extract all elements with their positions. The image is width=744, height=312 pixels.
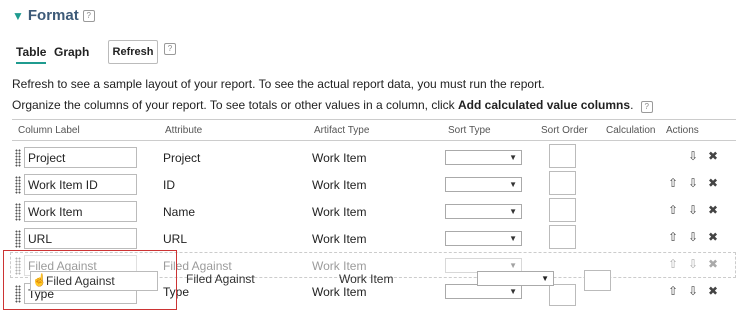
arrow-down-icon[interactable]: ⇩	[688, 284, 698, 298]
arrow-down-icon[interactable]: ⇩	[688, 203, 698, 217]
drag-preview-sort-select: ▼	[477, 271, 554, 286]
arrow-down-icon[interactable]: ⇩	[688, 176, 698, 190]
artifact-type-cell: Work Item	[312, 178, 367, 192]
column-label-input[interactable]	[24, 174, 137, 195]
arrow-up-icon[interactable]: ⇧	[668, 176, 678, 190]
artifact-type-cell: Work Item	[312, 285, 367, 299]
expand-triangle-icon[interactable]: ▼	[12, 9, 24, 23]
sort-order-input[interactable]	[549, 225, 576, 249]
drag-preview-artifact: Work Item	[339, 272, 394, 286]
column-label-input[interactable]	[24, 147, 137, 168]
sort-order-input[interactable]	[549, 198, 576, 222]
chevron-down-icon: ▼	[541, 274, 549, 283]
header-top-divider	[12, 119, 736, 120]
add-calculated-link[interactable]: Add calculated value columns	[458, 98, 630, 112]
chevron-down-icon: ▼	[509, 180, 517, 189]
attribute-cell: Name	[163, 205, 196, 219]
header-attribute: Attribute	[165, 125, 203, 136]
chevron-down-icon: ▼	[509, 207, 517, 216]
chevron-down-icon: ▼	[509, 153, 517, 162]
arrow-down-icon[interactable]: ⇩	[688, 230, 698, 244]
refresh-info-text: Refresh to see a sample layout of your r…	[12, 77, 545, 91]
chevron-down-icon: ▼	[509, 234, 517, 243]
organize-help-icon[interactable]: ?	[640, 101, 653, 113]
remove-icon[interactable]: ✖	[708, 149, 718, 163]
tab-graph[interactable]: Graph	[54, 45, 89, 59]
chevron-down-icon: ▼	[509, 287, 517, 296]
artifact-type-cell: Work Item	[312, 151, 367, 165]
artifact-type-cell: Work Item	[312, 205, 367, 219]
format-section-header[interactable]: ▼ Format ?	[12, 7, 95, 24]
organize-info-text: Organize the columns of your report. To …	[12, 98, 653, 113]
sort-order-input[interactable]	[549, 284, 576, 306]
refresh-help-icon[interactable]: ?	[164, 43, 176, 55]
artifact-type-cell: Work Item	[312, 259, 367, 273]
drag-handle-icon[interactable]	[15, 203, 21, 221]
remove-icon[interactable]: ✖	[708, 284, 718, 298]
remove-icon[interactable]: ✖	[708, 230, 718, 244]
arrow-up-icon[interactable]: ⇧	[668, 284, 678, 298]
drag-preview-sort-order	[584, 270, 611, 291]
sort-type-select[interactable]: ▼	[445, 150, 522, 165]
arrow-up-icon[interactable]: ⇧	[668, 203, 678, 217]
attribute-cell: Project	[163, 151, 201, 165]
attribute-cell: ID	[163, 178, 175, 192]
table-row: URL Work Item ▼ ⇧ ⇩ ✖	[0, 225, 744, 252]
header-bottom-divider	[12, 140, 736, 141]
sort-order-input[interactable]	[549, 144, 576, 168]
refresh-button[interactable]: Refresh	[108, 40, 158, 64]
header-artifact-type: Artifact Type	[314, 125, 370, 136]
arrow-down-icon[interactable]: ⇩	[688, 257, 698, 271]
sort-type-select[interactable]: ▼	[445, 204, 522, 219]
arrow-up-icon[interactable]: ⇧	[668, 257, 678, 271]
header-sort-type: Sort Type	[448, 125, 491, 136]
sort-order-input[interactable]	[549, 171, 576, 195]
column-label-input[interactable]	[24, 201, 137, 222]
header-calculation: Calculation	[606, 125, 656, 136]
table-row: Project Work Item ▼ ⇩ ✖	[0, 144, 744, 171]
sort-type-select[interactable]: ▼	[445, 177, 522, 192]
sort-type-select[interactable]: ▼	[445, 284, 522, 299]
section-title: Format	[27, 7, 79, 24]
attribute-cell: URL	[163, 232, 188, 246]
column-label-input[interactable]	[24, 228, 137, 249]
table-row: ID Work Item ▼ ⇧ ⇩ ✖	[0, 171, 744, 198]
header-sort-order: Sort Order	[541, 125, 588, 136]
table-row: Name Work Item ▼ ⇧ ⇩ ✖	[0, 198, 744, 225]
chevron-down-icon: ▼	[509, 261, 517, 270]
drag-handle-icon[interactable]	[15, 230, 21, 248]
drag-selection-outline	[3, 250, 177, 310]
drag-handle-icon[interactable]	[15, 149, 21, 167]
tab-table[interactable]: Table	[16, 45, 47, 64]
artifact-type-cell: Work Item	[312, 232, 367, 246]
sort-type-select[interactable]: ▼	[445, 231, 522, 246]
header-column-label: Column Label	[18, 125, 80, 136]
arrow-down-icon[interactable]: ⇩	[688, 149, 698, 163]
header-actions: Actions	[666, 125, 699, 136]
help-icon[interactable]: ?	[82, 9, 95, 22]
remove-icon[interactable]: ✖	[708, 203, 718, 217]
drag-preview-attribute: Filed Against	[186, 272, 255, 286]
drag-handle-icon[interactable]	[15, 176, 21, 194]
arrow-up-icon[interactable]: ⇧	[668, 230, 678, 244]
organize-info-suffix: .	[630, 98, 634, 112]
remove-icon[interactable]: ✖	[708, 176, 718, 190]
remove-icon[interactable]: ✖	[708, 257, 718, 271]
organize-info-prefix: Organize the columns of your report. To …	[12, 98, 458, 112]
